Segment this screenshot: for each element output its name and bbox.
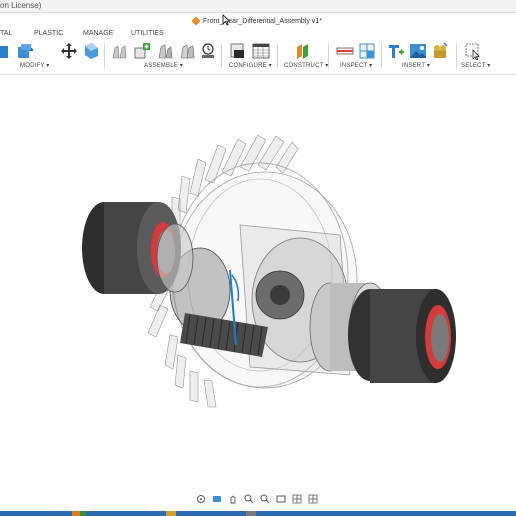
status-strip-segment (72, 511, 80, 516)
document-title: Front_Rear_Differential_Assembly v1* (203, 17, 322, 25)
model-viewport[interactable] (0, 75, 516, 505)
inspect-group-label[interactable]: INSPECT ▾ (340, 62, 372, 69)
joint-icon[interactable] (133, 42, 151, 60)
separator (277, 43, 278, 69)
tab-utilities[interactable]: UTILITIES (131, 30, 164, 37)
move-icon[interactable] (60, 42, 78, 60)
title-bar: on License) (0, 0, 516, 13)
fit-icon[interactable] (260, 494, 270, 504)
as-built-joint-icon[interactable] (156, 42, 174, 60)
insert-derive-icon[interactable] (387, 42, 405, 60)
orbit-icon[interactable] (196, 494, 206, 504)
separator (104, 43, 105, 69)
separator (381, 43, 382, 69)
status-strip-segment (246, 511, 256, 516)
insert-group-label[interactable]: INSERT ▾ (402, 62, 430, 69)
select-icon[interactable] (464, 42, 482, 60)
section-analysis-icon[interactable] (358, 42, 376, 60)
status-strip-segment (86, 511, 166, 516)
insert-mcmaster-icon[interactable] (431, 42, 449, 60)
fillet-icon[interactable] (16, 42, 34, 60)
new-component-icon[interactable] (111, 42, 129, 60)
status-strip-segment (176, 511, 246, 516)
document-tab[interactable]: Front_Rear_Differential_Assembly v1* (191, 14, 322, 28)
separator (221, 43, 222, 69)
window-title-fragment: on License) (0, 1, 42, 10)
separator (456, 43, 457, 69)
assemble-group-label[interactable]: ASSEMBLE ▾ (144, 62, 183, 69)
grid-settings-icon[interactable] (292, 494, 302, 504)
status-strip-segment (166, 511, 176, 516)
status-strip-segment (256, 511, 516, 516)
mouse-cursor-icon (222, 14, 230, 26)
display-settings-icon[interactable] (276, 494, 286, 504)
status-strip-segment (60, 511, 72, 516)
status-strip (0, 511, 516, 516)
fusion-document-icon (191, 16, 201, 26)
motion-link-icon[interactable] (199, 42, 217, 60)
configuration-table-icon[interactable] (252, 42, 270, 60)
insert-image-icon[interactable] (409, 42, 427, 60)
status-strip-segment (0, 511, 60, 516)
navigation-bar (196, 492, 318, 506)
toolbar: MODIFY ▾ ASSEMBLE ▾ CONFIGURE ▾ CONSTRUC… (0, 40, 516, 75)
tab-plastic[interactable]: PLASTIC (34, 30, 63, 37)
look-at-icon[interactable] (212, 494, 222, 504)
workspace-tabs: TAL PLASTIC MANAGE UTILITIES (0, 30, 516, 40)
construct-group-label[interactable]: CONSTRUCT ▾ (284, 62, 328, 69)
select-group-label[interactable]: SELECT ▾ (461, 62, 491, 69)
right-output-housing (309, 282, 456, 383)
joint-origin-icon[interactable] (178, 42, 196, 60)
pan-icon[interactable] (228, 494, 238, 504)
shell-icon[interactable] (82, 42, 100, 60)
viewports-icon[interactable] (308, 494, 318, 504)
separator (328, 43, 329, 69)
tab-manage[interactable]: MANAGE (83, 30, 113, 37)
offset-plane-icon[interactable] (294, 42, 312, 60)
zoom-icon[interactable] (244, 494, 254, 504)
modify-group-label[interactable]: MODIFY ▾ (20, 62, 50, 69)
configure-design-icon[interactable] (229, 42, 247, 60)
configure-group-label[interactable]: CONFIGURE ▾ (229, 62, 272, 69)
tab-sheet-metal[interactable]: TAL (0, 30, 12, 37)
measure-icon[interactable] (336, 42, 354, 60)
